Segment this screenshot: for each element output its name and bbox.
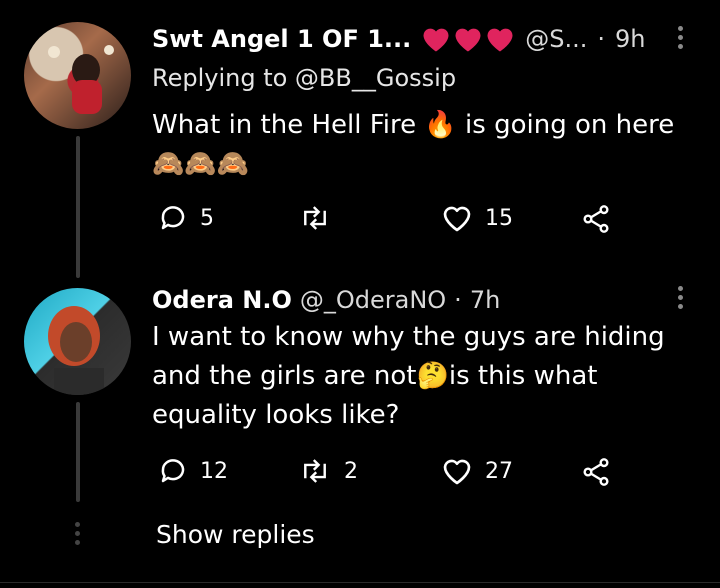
share-icon bbox=[583, 458, 609, 486]
share-button[interactable] bbox=[580, 203, 612, 235]
tweet-text-part: What in the Hell Fire bbox=[152, 110, 425, 140]
tweet-text: I want to know why the guys are hiding a… bbox=[152, 318, 702, 435]
retweet-button[interactable]: 2 bbox=[298, 456, 358, 486]
retweet-count: 2 bbox=[344, 458, 358, 484]
red-heart-icon bbox=[423, 28, 449, 52]
thread-dots-icon bbox=[75, 522, 81, 549]
more-options-icon[interactable] bbox=[678, 26, 684, 53]
separator: · bbox=[597, 25, 606, 53]
tweet-text-line: I want to know why the guys are hiding bbox=[152, 322, 665, 352]
reply-icon bbox=[161, 459, 185, 483]
show-replies-link[interactable]: Show replies bbox=[156, 520, 315, 549]
reply-button[interactable]: 5 bbox=[158, 203, 214, 233]
retweet-button[interactable] bbox=[298, 203, 344, 233]
avatar-image bbox=[48, 45, 114, 114]
like-count: 15 bbox=[485, 205, 513, 231]
thread-line bbox=[76, 136, 80, 278]
tweet-text-part: and the girls are not bbox=[152, 361, 417, 391]
like-button[interactable]: 15 bbox=[441, 203, 513, 233]
handle[interactable]: @_OderaNO bbox=[300, 286, 446, 314]
tweet-header: Swt Angel 1 OF 1... @S... · 9h bbox=[152, 20, 646, 58]
avatar[interactable] bbox=[24, 22, 131, 129]
name-hearts bbox=[421, 25, 515, 53]
tweet-text-part: is this what bbox=[448, 361, 598, 391]
thinking-emoji: 🤔 bbox=[416, 361, 449, 391]
handle[interactable]: @S... bbox=[525, 25, 587, 53]
retweet-icon bbox=[304, 206, 326, 230]
reply-count: 12 bbox=[200, 458, 228, 484]
heart-icon bbox=[443, 206, 471, 232]
timestamp[interactable]: 7h bbox=[470, 286, 500, 314]
reply-button[interactable]: 12 bbox=[158, 456, 228, 486]
timestamp[interactable]: 9h bbox=[615, 25, 645, 53]
more-options-icon[interactable] bbox=[678, 286, 684, 313]
heart-icon bbox=[443, 459, 471, 485]
red-heart-icon bbox=[487, 28, 513, 52]
like-button[interactable]: 27 bbox=[441, 456, 513, 486]
tweet-text-part: is going on here bbox=[456, 110, 675, 140]
fire-emoji: 🔥 bbox=[424, 110, 457, 140]
avatar-image bbox=[48, 306, 104, 395]
display-name[interactable]: Swt Angel 1 OF 1... bbox=[152, 25, 411, 53]
retweet-icon bbox=[304, 459, 326, 483]
share-icon bbox=[583, 205, 609, 233]
share-button[interactable] bbox=[580, 456, 612, 488]
replying-to[interactable]: Replying to @BB__Gossip bbox=[152, 64, 456, 92]
divider bbox=[0, 582, 720, 583]
reply-count: 5 bbox=[200, 205, 214, 231]
avatar[interactable] bbox=[24, 288, 131, 395]
tweet-header: Odera N.O @_OderaNO · 7h bbox=[152, 282, 500, 318]
thread-line bbox=[76, 402, 80, 502]
tweet-text-line: equality looks like? bbox=[152, 400, 400, 430]
tweet-text: What in the Hell Fire 🔥 is going on here… bbox=[152, 106, 692, 184]
red-heart-icon bbox=[455, 28, 481, 52]
separator: · bbox=[454, 286, 462, 314]
monkey-emojis: 🙈🙈🙈 bbox=[152, 149, 250, 179]
display-name[interactable]: Odera N.O bbox=[152, 286, 292, 314]
reply-icon bbox=[161, 206, 185, 230]
like-count: 27 bbox=[485, 458, 513, 484]
